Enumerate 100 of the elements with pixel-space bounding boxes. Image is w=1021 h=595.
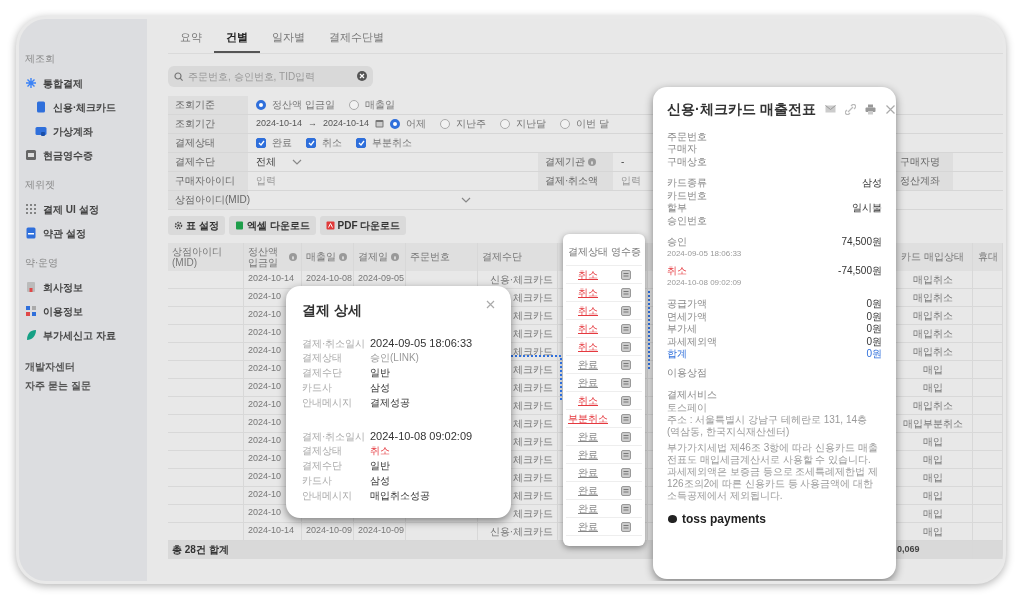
receipt-icon[interactable] <box>621 359 631 370</box>
column-header: 주문번호 <box>410 251 450 262</box>
status-link[interactable]: 취소 <box>578 341 598 352</box>
receipt-icon[interactable] <box>621 305 631 316</box>
column-header: 카드 매입상태 <box>901 251 964 262</box>
status-link[interactable]: 취소 <box>578 395 598 406</box>
field-label: 할부 <box>667 201 687 216</box>
search-field[interactable]: 주문번호, 승인번호, TID입력 <box>168 65 373 87</box>
toolbar-button[interactable]: 표 설정 <box>168 215 225 235</box>
total-label: 총 28건 합계 <box>172 543 229 557</box>
toolbar-button[interactable]: 엑셀 다운로드 <box>228 215 316 235</box>
status-link[interactable]: 취소 <box>578 323 598 334</box>
receipt-icon[interactable] <box>621 287 631 298</box>
sidebar-item[interactable]: 결제 UI 설정 <box>43 201 99 217</box>
table-cell: 2024-10 <box>248 362 282 376</box>
status-link[interactable]: 취소 <box>578 287 598 298</box>
label-text: 결제기관 <box>545 155 585 169</box>
logo-icon <box>667 513 678 524</box>
chevron-icon <box>461 195 471 204</box>
date-field[interactable]: 2024-10-14 <box>256 116 303 131</box>
table-cell-text: 체크카드 <box>513 326 553 341</box>
checkbox[interactable] <box>306 137 316 148</box>
receipt-icon[interactable] <box>621 341 631 352</box>
date-field[interactable]: 2024-10-14 <box>323 116 370 131</box>
radio-button[interactable] <box>440 118 451 129</box>
sidebar-item[interactable]: 신용·체크카드 <box>53 99 117 115</box>
receipt-icon[interactable] <box>621 521 631 532</box>
receipt-icon[interactable] <box>621 503 631 514</box>
status-link[interactable]: 취소 <box>578 269 598 280</box>
field-label: 주문번호 <box>667 129 707 144</box>
status-link[interactable]: 취소 <box>578 305 598 316</box>
column-header: 결제수단 <box>482 251 522 262</box>
radio-button[interactable] <box>348 99 359 110</box>
receipt-icon[interactable] <box>621 485 631 496</box>
field-label: 부가세 <box>667 322 697 337</box>
method-dropdown[interactable]: 전체 <box>256 154 302 169</box>
radio-label: 지난주 <box>456 117 487 131</box>
sidebar-item[interactable]: 부가세신고 자료 <box>43 327 116 343</box>
sidebar-item[interactable]: 현금영수증 <box>43 147 93 163</box>
receipt-icon[interactable] <box>621 467 631 478</box>
status-link[interactable]: 완료 <box>578 359 598 370</box>
close-icon[interactable] <box>486 300 495 309</box>
field-label: 결제상태 <box>302 351 343 365</box>
status-link[interactable]: 완료 <box>578 485 598 496</box>
receipt-icon[interactable] <box>621 323 631 334</box>
search-icon <box>174 71 183 81</box>
radio-button[interactable] <box>256 99 266 110</box>
status-link[interactable]: 완료 <box>578 467 598 478</box>
receipt-icon[interactable] <box>621 377 631 388</box>
tab[interactable]: 건별 <box>214 23 260 53</box>
sidebar-item[interactable]: 이용정보 <box>43 303 83 319</box>
close-icon[interactable] <box>884 104 896 115</box>
mail-icon[interactable] <box>824 104 836 115</box>
tab[interactable]: 일자별 <box>260 23 317 53</box>
print-icon[interactable] <box>864 104 876 115</box>
clear-icon[interactable] <box>357 71 367 81</box>
input-field[interactable]: 입력 <box>256 173 276 188</box>
document-icon <box>25 227 37 239</box>
receipt-icon[interactable] <box>621 449 631 460</box>
status-link[interactable]: 완료 <box>578 521 598 532</box>
field-value: 2024-09-05 18:06:33 <box>370 336 474 351</box>
field-value: 0원 <box>866 322 882 337</box>
table-cell: 2024-10 <box>248 488 282 502</box>
table-cell-text: 체크카드 <box>513 398 553 413</box>
tab[interactable]: 요약 <box>168 23 214 53</box>
status-link[interactable]: 완료 <box>578 431 598 442</box>
sidebar-link[interactable]: 개발자센터 <box>25 361 75 372</box>
column-header: 결제일 <box>358 251 388 262</box>
checkbox[interactable] <box>356 137 366 148</box>
radio-button[interactable] <box>560 118 571 129</box>
status-link[interactable]: 완료 <box>578 503 598 514</box>
status-link[interactable]: 부분취소 <box>568 413 608 424</box>
calendar-icon[interactable] <box>375 119 385 128</box>
receipt-icon[interactable] <box>621 413 631 424</box>
radio-button[interactable] <box>500 118 511 129</box>
input-field[interactable]: 입력 <box>621 173 641 188</box>
column-header: 영수증 <box>611 246 641 257</box>
provider-name: 토스페이 <box>667 401 708 414</box>
sidebar-item[interactable]: 통합결제 <box>43 75 83 91</box>
field-label: 카드사 <box>302 381 333 395</box>
checkbox[interactable] <box>256 137 266 148</box>
toolbar-button[interactable]: PDF 다운로드 <box>319 215 407 235</box>
receipt-icon[interactable] <box>621 269 631 280</box>
sidebar-item[interactable]: 약관 설정 <box>43 225 86 241</box>
table-cell-text: 매입취소 <box>912 272 953 287</box>
search-input[interactable]: 주문번호, 승인번호, TID입력 <box>188 68 352 84</box>
receipt-icon[interactable] <box>621 395 631 406</box>
table-cell-text: 체크카드 <box>513 416 553 431</box>
receipt-icon[interactable] <box>621 431 631 442</box>
spreadsheet-icon <box>234 220 244 230</box>
table-cell: 2024-09-05 <box>358 272 405 286</box>
table-cell-text: 매입취소 <box>912 326 953 341</box>
status-link[interactable]: 완료 <box>578 377 598 388</box>
status-link[interactable]: 완료 <box>578 449 598 460</box>
sidebar-item[interactable]: 가상계좌 <box>53 123 93 139</box>
sidebar-link[interactable]: 자주 묻는 질문 <box>25 380 91 391</box>
radio-button[interactable] <box>390 118 401 129</box>
sidebar-item[interactable]: 회사정보 <box>43 279 83 295</box>
field-label: 구매상호 <box>667 154 707 169</box>
tab[interactable]: 결제수단별 <box>317 23 396 53</box>
